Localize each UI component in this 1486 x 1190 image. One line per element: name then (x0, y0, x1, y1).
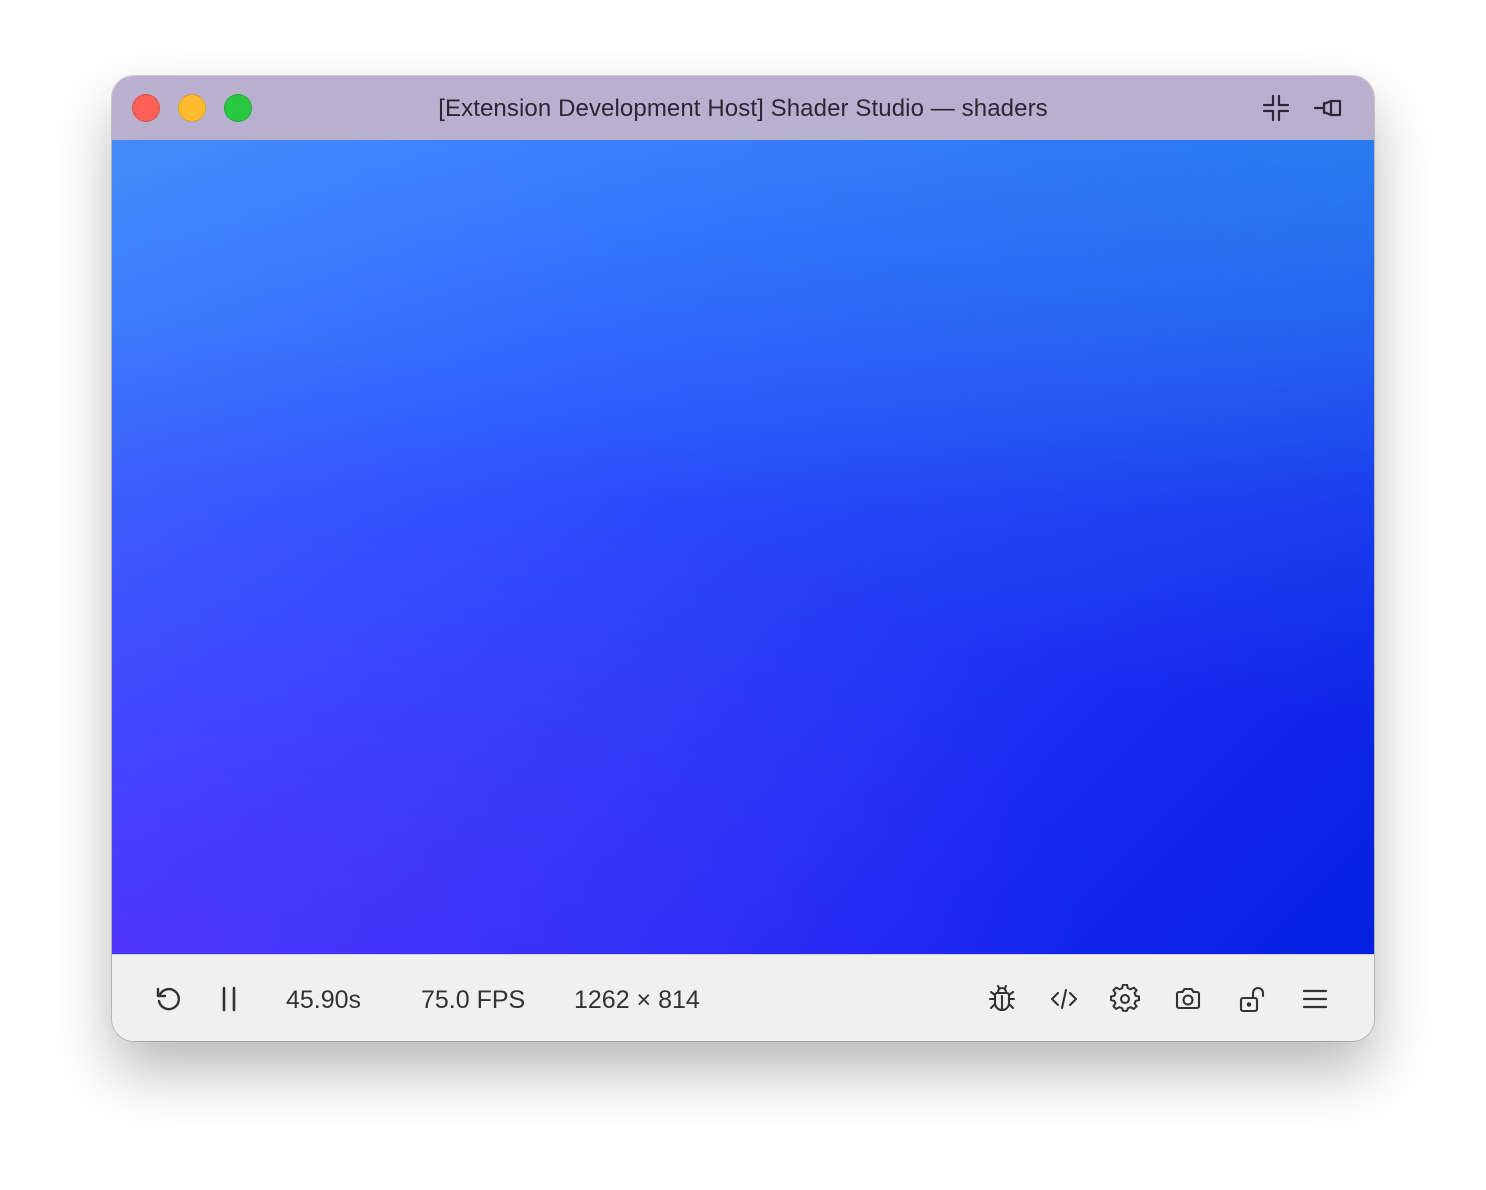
resolution-readout: 1262 × 814 (574, 986, 700, 1014)
title-bar[interactable]: [Extension Development Host] Shader Stud… (112, 76, 1374, 140)
menu-icon[interactable] (1297, 981, 1333, 1017)
elapsed-time: 45.90s (286, 986, 362, 1014)
code-icon[interactable] (1046, 981, 1082, 1017)
camera-icon[interactable] (1170, 981, 1206, 1017)
restart-icon[interactable] (150, 981, 186, 1017)
collapse-icon[interactable] (1260, 92, 1292, 124)
app-window: [Extension Development Host] Shader Stud… (112, 76, 1374, 1041)
pause-icon[interactable] (211, 981, 247, 1017)
unlock-icon[interactable] (1234, 981, 1270, 1017)
pin-icon[interactable] (1312, 92, 1344, 124)
fps-readout: 75.0 FPS (421, 986, 526, 1014)
debug-icon[interactable] (984, 981, 1020, 1017)
shader-canvas[interactable] (112, 140, 1374, 954)
bottom-toolbar: 45.90s 75.0 FPS 1262 × 814 (112, 954, 1374, 1041)
settings-icon[interactable] (1107, 981, 1143, 1017)
window-title: [Extension Development Host] Shader Stud… (438, 95, 1048, 122)
